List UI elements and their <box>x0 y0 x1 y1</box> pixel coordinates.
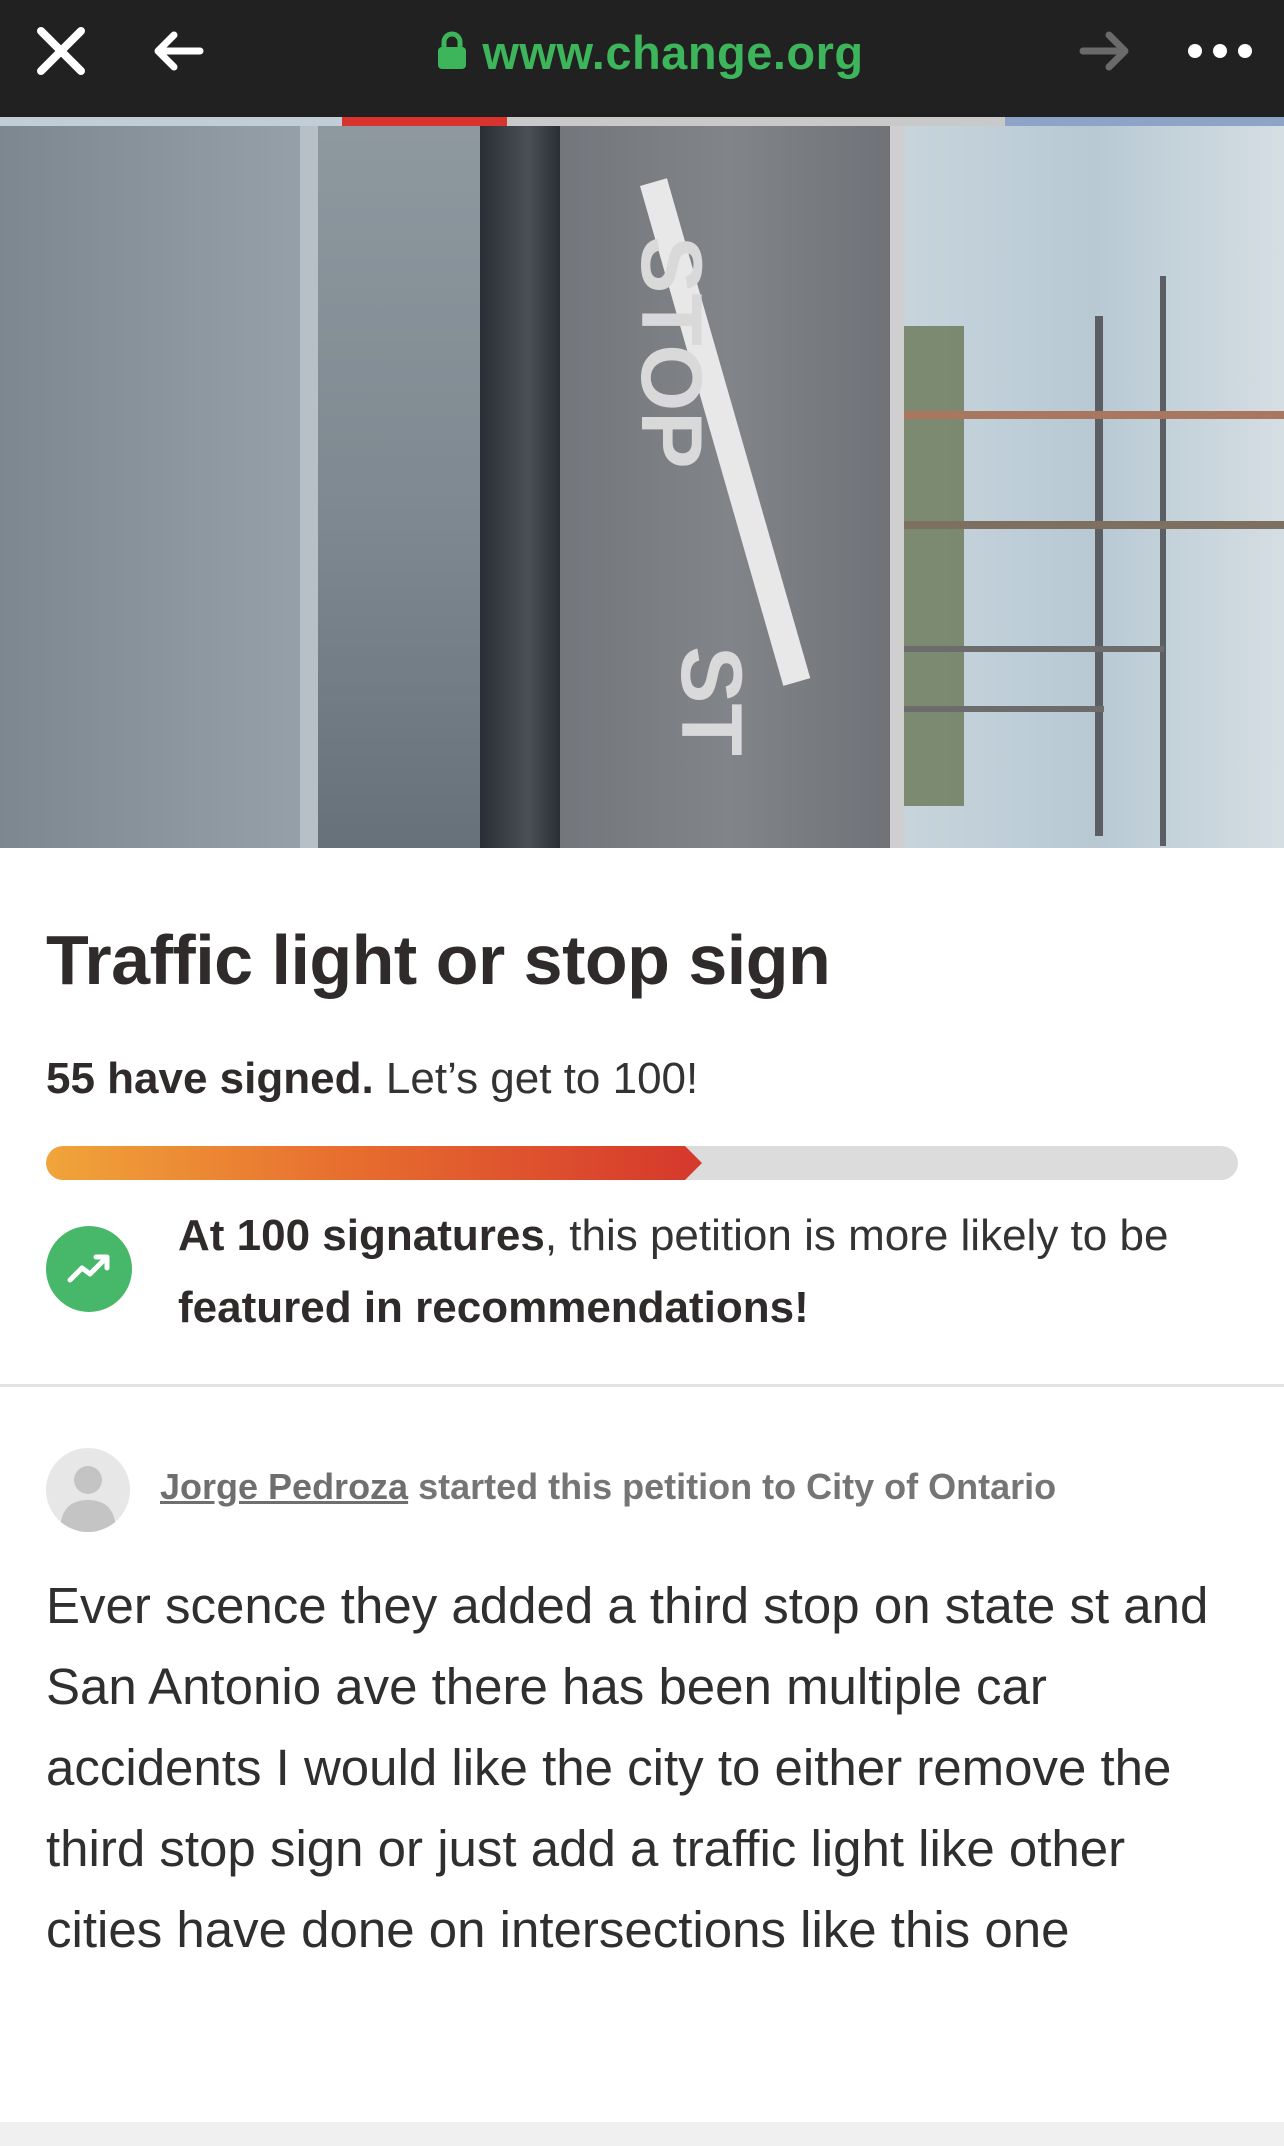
progress-tip <box>685 1146 702 1180</box>
trending-up-icon <box>46 1226 132 1312</box>
author-link[interactable]: Jorge Pedroza <box>160 1466 408 1507</box>
signature-count: 55 have signed. Let’s get to 100! <box>46 1054 698 1104</box>
more-dots-icon <box>1185 41 1255 66</box>
milestone-bold-featured: featured in recommendations! <box>178 1283 809 1332</box>
back-button[interactable] <box>143 18 213 88</box>
petition-description: Ever scence they added a third stop on s… <box>46 1577 1209 1958</box>
arrow-right-icon <box>1077 29 1133 78</box>
milestone-message: At 100 signatures, this petition is more… <box>178 1200 1238 1344</box>
petition-hero-image: STOP ST <box>0 126 1284 848</box>
page-bottom-strip <box>0 2122 1284 2146</box>
progress-fill <box>46 1146 685 1180</box>
forward-button[interactable] <box>1070 18 1140 88</box>
byline-rest: started this petition to City of Ontario <box>408 1466 1057 1507</box>
close-button[interactable] <box>28 18 94 88</box>
milestone-text: , this petition is more likely to be <box>544 1211 1169 1260</box>
close-icon <box>35 25 87 82</box>
petition-starter-byline: Jorge Pedroza started this petition to C… <box>160 1466 1056 1508</box>
signed-count-text: 55 have signed. <box>46 1054 374 1103</box>
more-options-button[interactable] <box>1180 18 1260 88</box>
address-bar[interactable]: www.change.org <box>400 24 900 80</box>
user-avatar-icon[interactable] <box>46 1448 130 1532</box>
petition-title: Traffic light or stop sign <box>46 921 831 999</box>
arrow-left-icon <box>150 29 206 78</box>
signed-goal-text: Let’s get to 100! <box>373 1054 699 1103</box>
browser-toolbar: www.change.org <box>0 0 1284 117</box>
page-load-progress <box>0 117 1284 126</box>
url-text: www.change.org <box>482 25 864 79</box>
signature-progress-bar <box>46 1146 1238 1180</box>
section-divider <box>0 1384 1284 1387</box>
milestone-bold-count: At 100 signatures <box>178 1211 545 1260</box>
lock-icon <box>436 30 468 75</box>
